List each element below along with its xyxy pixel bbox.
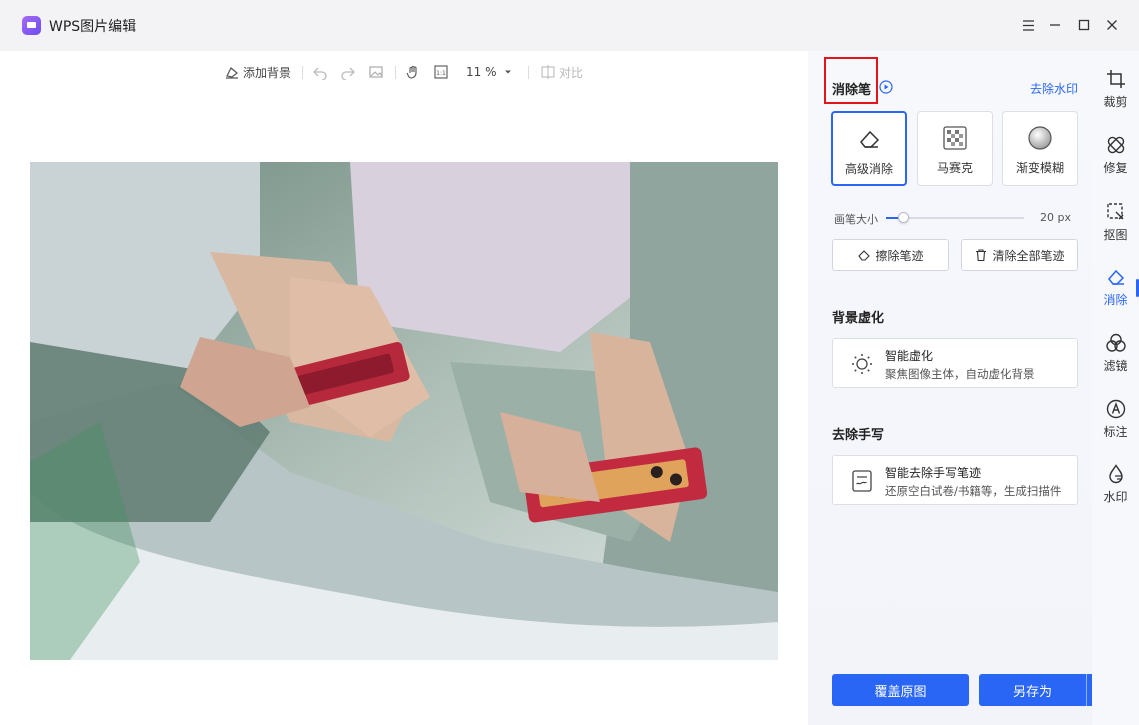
add-background-icon — [226, 67, 238, 79]
remove-handwriting-title: 去除手写 — [832, 428, 885, 443]
filter-icon — [1105, 333, 1126, 352]
redo-icon — [341, 67, 355, 80]
smart-remove-handwriting-desc: 还原空白试卷/书籍等，生成扫描件 — [885, 484, 1062, 498]
clear-all-strokes-label: 清除全部笔迹 — [992, 248, 1065, 263]
rail-item-label: 滤镜 — [1103, 359, 1128, 373]
undo-icon — [313, 67, 327, 80]
highlight-box — [824, 57, 878, 104]
undo-button[interactable] — [312, 63, 328, 81]
toolbar-divider — [395, 66, 396, 79]
smart-blur-title: 智能虚化 — [885, 349, 934, 363]
add-background-button[interactable]: 添加背景 — [224, 63, 291, 81]
eraser-small-icon — [858, 250, 871, 261]
crop-icon — [1106, 70, 1125, 88]
erase-strokes-label: 擦除笔迹 — [875, 248, 924, 263]
overwrite-original-button[interactable]: 覆盖原图 — [832, 674, 969, 706]
rail-item-label: 标注 — [1103, 425, 1128, 439]
smart-remove-handwriting-title: 智能去除手写笔迹 — [885, 466, 982, 480]
rail-item-filter[interactable]: 滤镜 — [1092, 333, 1139, 383]
app-logo-icon — [22, 16, 41, 35]
editor-canvas: 添加背景 1:1 11 % 对比 — [0, 51, 808, 725]
save-as-label: 另存为 — [1012, 684, 1052, 700]
edited-photo[interactable] — [30, 162, 778, 660]
watermark-icon — [1108, 464, 1123, 484]
erase-strokes-button[interactable]: 擦除笔迹 — [832, 239, 949, 271]
redo-button[interactable] — [340, 63, 356, 81]
actual-size-icon: 1:1 — [434, 65, 448, 79]
smart-blur-desc: 聚焦图像主体，自动虚化背景 — [885, 367, 1035, 381]
app-title: WPS图片编辑 — [49, 19, 137, 35]
close-icon[interactable] — [1102, 15, 1122, 35]
tool-mosaic[interactable]: 马赛克 — [917, 111, 993, 186]
hand-icon — [406, 65, 417, 79]
overwrite-original-label: 覆盖原图 — [874, 684, 927, 700]
compare-label: 对比 — [559, 65, 584, 80]
tool-label: 渐变模糊 — [1015, 161, 1064, 175]
rail-item-annotate[interactable]: 标注 — [1092, 399, 1139, 449]
eraser-icon — [860, 130, 880, 148]
trash-icon — [976, 249, 987, 262]
clear-all-strokes-button[interactable]: 清除全部笔迹 — [961, 239, 1078, 271]
minimize-icon[interactable] — [1045, 15, 1065, 35]
toolbar-divider — [528, 66, 529, 79]
play-tutorial-icon[interactable] — [879, 80, 893, 94]
annotate-icon — [1106, 399, 1125, 419]
rail-item-label: 裁剪 — [1103, 95, 1128, 109]
title-bar: WPS图片编辑 — [0, 0, 1139, 51]
menu-icon[interactable] — [1018, 15, 1038, 35]
photo-illustration — [30, 162, 778, 660]
tool-label: 高级消除 — [844, 162, 893, 176]
rail-item-label: 水印 — [1103, 490, 1128, 504]
rail-item-cutout[interactable]: 抠图 — [1092, 202, 1139, 252]
save-as-button[interactable]: 另存为 — [979, 674, 1086, 706]
cutout-icon — [1106, 203, 1123, 220]
compare-button[interactable]: 对比 — [540, 63, 583, 81]
tool-gradient-blur[interactable]: 渐变模糊 — [1002, 111, 1078, 186]
image-icon — [369, 66, 383, 78]
tool-label: 马赛克 — [936, 161, 973, 175]
tool-rail: 裁剪 修复 抠图 消除 滤镜 标注 水印 — [1092, 51, 1139, 725]
rail-item-label: 修复 — [1103, 161, 1128, 175]
rail-item-label: 消除 — [1103, 293, 1128, 307]
rail-item-crop[interactable]: 裁剪 — [1092, 69, 1139, 119]
brush-size-value: 20 px — [1040, 211, 1071, 224]
eraser-icon — [1107, 269, 1124, 285]
remove-watermark-link[interactable]: 去除水印 — [1030, 80, 1078, 97]
canvas-toolbar: 添加背景 1:1 11 % 对比 — [0, 51, 808, 93]
document-icon — [852, 470, 872, 492]
mosaic-icon — [943, 126, 967, 150]
pan-button[interactable] — [405, 63, 421, 81]
actual-size-button[interactable]: 1:1 — [433, 63, 449, 81]
background-blur-title: 背景虚化 — [832, 311, 885, 326]
smart-blur-icon — [852, 354, 872, 374]
rail-item-label: 抠图 — [1103, 228, 1128, 242]
zoom-dropdown[interactable]: 11 % — [466, 63, 514, 81]
repair-icon — [1107, 136, 1124, 154]
rail-item-erase[interactable]: 消除 — [1092, 267, 1139, 317]
rail-item-repair[interactable]: 修复 — [1092, 135, 1139, 185]
compare-icon — [541, 65, 555, 79]
tool-advanced-erase[interactable]: 高级消除 — [831, 111, 907, 186]
add-background-label: 添加背景 — [243, 65, 292, 80]
maximize-icon[interactable] — [1074, 15, 1094, 35]
smart-remove-handwriting-card[interactable]: 智能去除手写笔迹 还原空白试卷/书籍等，生成扫描件 — [832, 455, 1078, 505]
rail-item-watermark[interactable]: 水印 — [1092, 464, 1139, 514]
chevron-down-icon — [504, 70, 511, 74]
brush-size-label: 画笔大小 — [834, 213, 878, 226]
zoom-value: 11 % — [466, 65, 497, 79]
svg-text:1:1: 1:1 — [436, 70, 446, 77]
smart-blur-card[interactable]: 智能虚化 聚焦图像主体，自动虚化背景 — [832, 338, 1078, 388]
toolbar-divider — [302, 66, 303, 79]
gradient-blur-icon — [1028, 126, 1052, 150]
image-button[interactable] — [368, 63, 384, 81]
